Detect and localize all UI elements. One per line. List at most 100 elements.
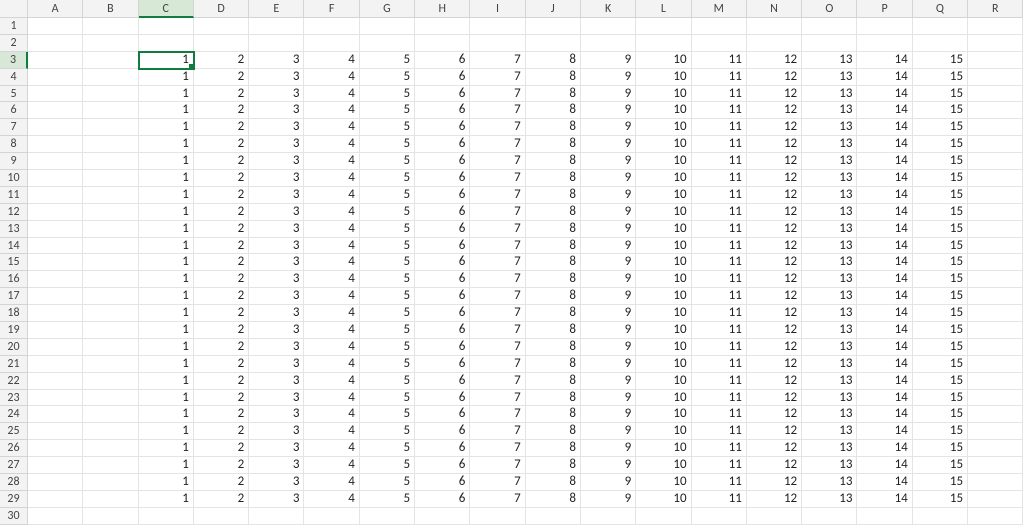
cell-C24[interactable]: 1 [139, 406, 194, 423]
cell-I9[interactable]: 7 [470, 153, 525, 170]
cell-K3[interactable]: 9 [581, 52, 636, 69]
cell-F7[interactable]: 4 [304, 119, 359, 136]
cell-O25[interactable]: 13 [802, 423, 857, 440]
cell-L16[interactable]: 10 [636, 271, 691, 288]
cell-H3[interactable]: 6 [415, 52, 470, 69]
cell-E29[interactable]: 3 [249, 491, 304, 508]
cell-G15[interactable]: 5 [360, 254, 415, 271]
cell-K20[interactable]: 9 [581, 339, 636, 356]
cell-H29[interactable]: 6 [415, 491, 470, 508]
cell-R26[interactable] [968, 440, 1023, 457]
cell-C8[interactable]: 1 [139, 136, 194, 153]
cell-M30[interactable] [692, 508, 747, 525]
cell-J24[interactable]: 8 [526, 406, 581, 423]
cell-F26[interactable]: 4 [304, 440, 359, 457]
cell-B16[interactable] [83, 271, 138, 288]
cell-H25[interactable]: 6 [415, 423, 470, 440]
cell-F12[interactable]: 4 [304, 204, 359, 221]
cell-D11[interactable]: 2 [194, 187, 249, 204]
cell-G27[interactable]: 5 [360, 457, 415, 474]
cell-F20[interactable]: 4 [304, 339, 359, 356]
cell-L21[interactable]: 10 [636, 356, 691, 373]
cell-E28[interactable]: 3 [249, 474, 304, 491]
cell-N30[interactable] [747, 508, 802, 525]
cell-I10[interactable]: 7 [470, 170, 525, 187]
cell-J12[interactable]: 8 [526, 204, 581, 221]
cell-G25[interactable]: 5 [360, 423, 415, 440]
cell-I25[interactable]: 7 [470, 423, 525, 440]
cell-F16[interactable]: 4 [304, 271, 359, 288]
cell-Q27[interactable]: 15 [913, 457, 968, 474]
cell-A3[interactable] [28, 52, 83, 69]
cell-A12[interactable] [28, 204, 83, 221]
cell-D13[interactable]: 2 [194, 221, 249, 238]
cell-R17[interactable] [968, 288, 1023, 305]
column-header-P[interactable]: P [857, 0, 912, 18]
column-header-B[interactable]: B [83, 0, 138, 18]
cell-L22[interactable]: 10 [636, 373, 691, 390]
column-header-G[interactable]: G [360, 0, 415, 18]
cell-L24[interactable]: 10 [636, 406, 691, 423]
cell-P19[interactable]: 14 [857, 322, 912, 339]
cell-M28[interactable]: 11 [692, 474, 747, 491]
cell-K21[interactable]: 9 [581, 356, 636, 373]
cell-R21[interactable] [968, 356, 1023, 373]
cell-H24[interactable]: 6 [415, 406, 470, 423]
cell-O2[interactable] [802, 35, 857, 52]
cell-J15[interactable]: 8 [526, 254, 581, 271]
cell-L14[interactable]: 10 [636, 238, 691, 255]
row-header-25[interactable]: 25 [0, 423, 28, 440]
cell-O17[interactable]: 13 [802, 288, 857, 305]
cell-E6[interactable]: 3 [249, 102, 304, 119]
cell-A7[interactable] [28, 119, 83, 136]
row-header-16[interactable]: 16 [0, 271, 28, 288]
cell-B15[interactable] [83, 254, 138, 271]
cell-J3[interactable]: 8 [526, 52, 581, 69]
cell-F29[interactable]: 4 [304, 491, 359, 508]
row-header-17[interactable]: 17 [0, 288, 28, 305]
cell-O9[interactable]: 13 [802, 153, 857, 170]
cell-O27[interactable]: 13 [802, 457, 857, 474]
cell-C18[interactable]: 1 [139, 305, 194, 322]
cell-B20[interactable] [83, 339, 138, 356]
cell-H1[interactable] [415, 18, 470, 35]
cell-J17[interactable]: 8 [526, 288, 581, 305]
cell-G5[interactable]: 5 [360, 86, 415, 103]
cell-N26[interactable]: 12 [747, 440, 802, 457]
cell-L28[interactable]: 10 [636, 474, 691, 491]
cell-P23[interactable]: 14 [857, 390, 912, 407]
cell-F24[interactable]: 4 [304, 406, 359, 423]
cell-P8[interactable]: 14 [857, 136, 912, 153]
cell-A9[interactable] [28, 153, 83, 170]
cell-Q20[interactable]: 15 [913, 339, 968, 356]
cell-R22[interactable] [968, 373, 1023, 390]
cell-A11[interactable] [28, 187, 83, 204]
cell-R15[interactable] [968, 254, 1023, 271]
cell-E20[interactable]: 3 [249, 339, 304, 356]
cell-B24[interactable] [83, 406, 138, 423]
cell-K11[interactable]: 9 [581, 187, 636, 204]
cell-D27[interactable]: 2 [194, 457, 249, 474]
cell-G4[interactable]: 5 [360, 69, 415, 86]
cell-B3[interactable] [83, 52, 138, 69]
cell-C25[interactable]: 1 [139, 423, 194, 440]
cell-O3[interactable]: 13 [802, 52, 857, 69]
cell-M8[interactable]: 11 [692, 136, 747, 153]
cell-F15[interactable]: 4 [304, 254, 359, 271]
cell-A8[interactable] [28, 136, 83, 153]
cell-F25[interactable]: 4 [304, 423, 359, 440]
cell-G26[interactable]: 5 [360, 440, 415, 457]
cell-Q4[interactable]: 15 [913, 69, 968, 86]
cell-N13[interactable]: 12 [747, 221, 802, 238]
cell-Q2[interactable] [913, 35, 968, 52]
cell-N16[interactable]: 12 [747, 271, 802, 288]
cell-O11[interactable]: 13 [802, 187, 857, 204]
cell-M29[interactable]: 11 [692, 491, 747, 508]
cell-N18[interactable]: 12 [747, 305, 802, 322]
cell-Q30[interactable] [913, 508, 968, 525]
cell-Q18[interactable]: 15 [913, 305, 968, 322]
cell-F1[interactable] [304, 18, 359, 35]
cell-E5[interactable]: 3 [249, 86, 304, 103]
cell-L18[interactable]: 10 [636, 305, 691, 322]
cell-A23[interactable] [28, 390, 83, 407]
